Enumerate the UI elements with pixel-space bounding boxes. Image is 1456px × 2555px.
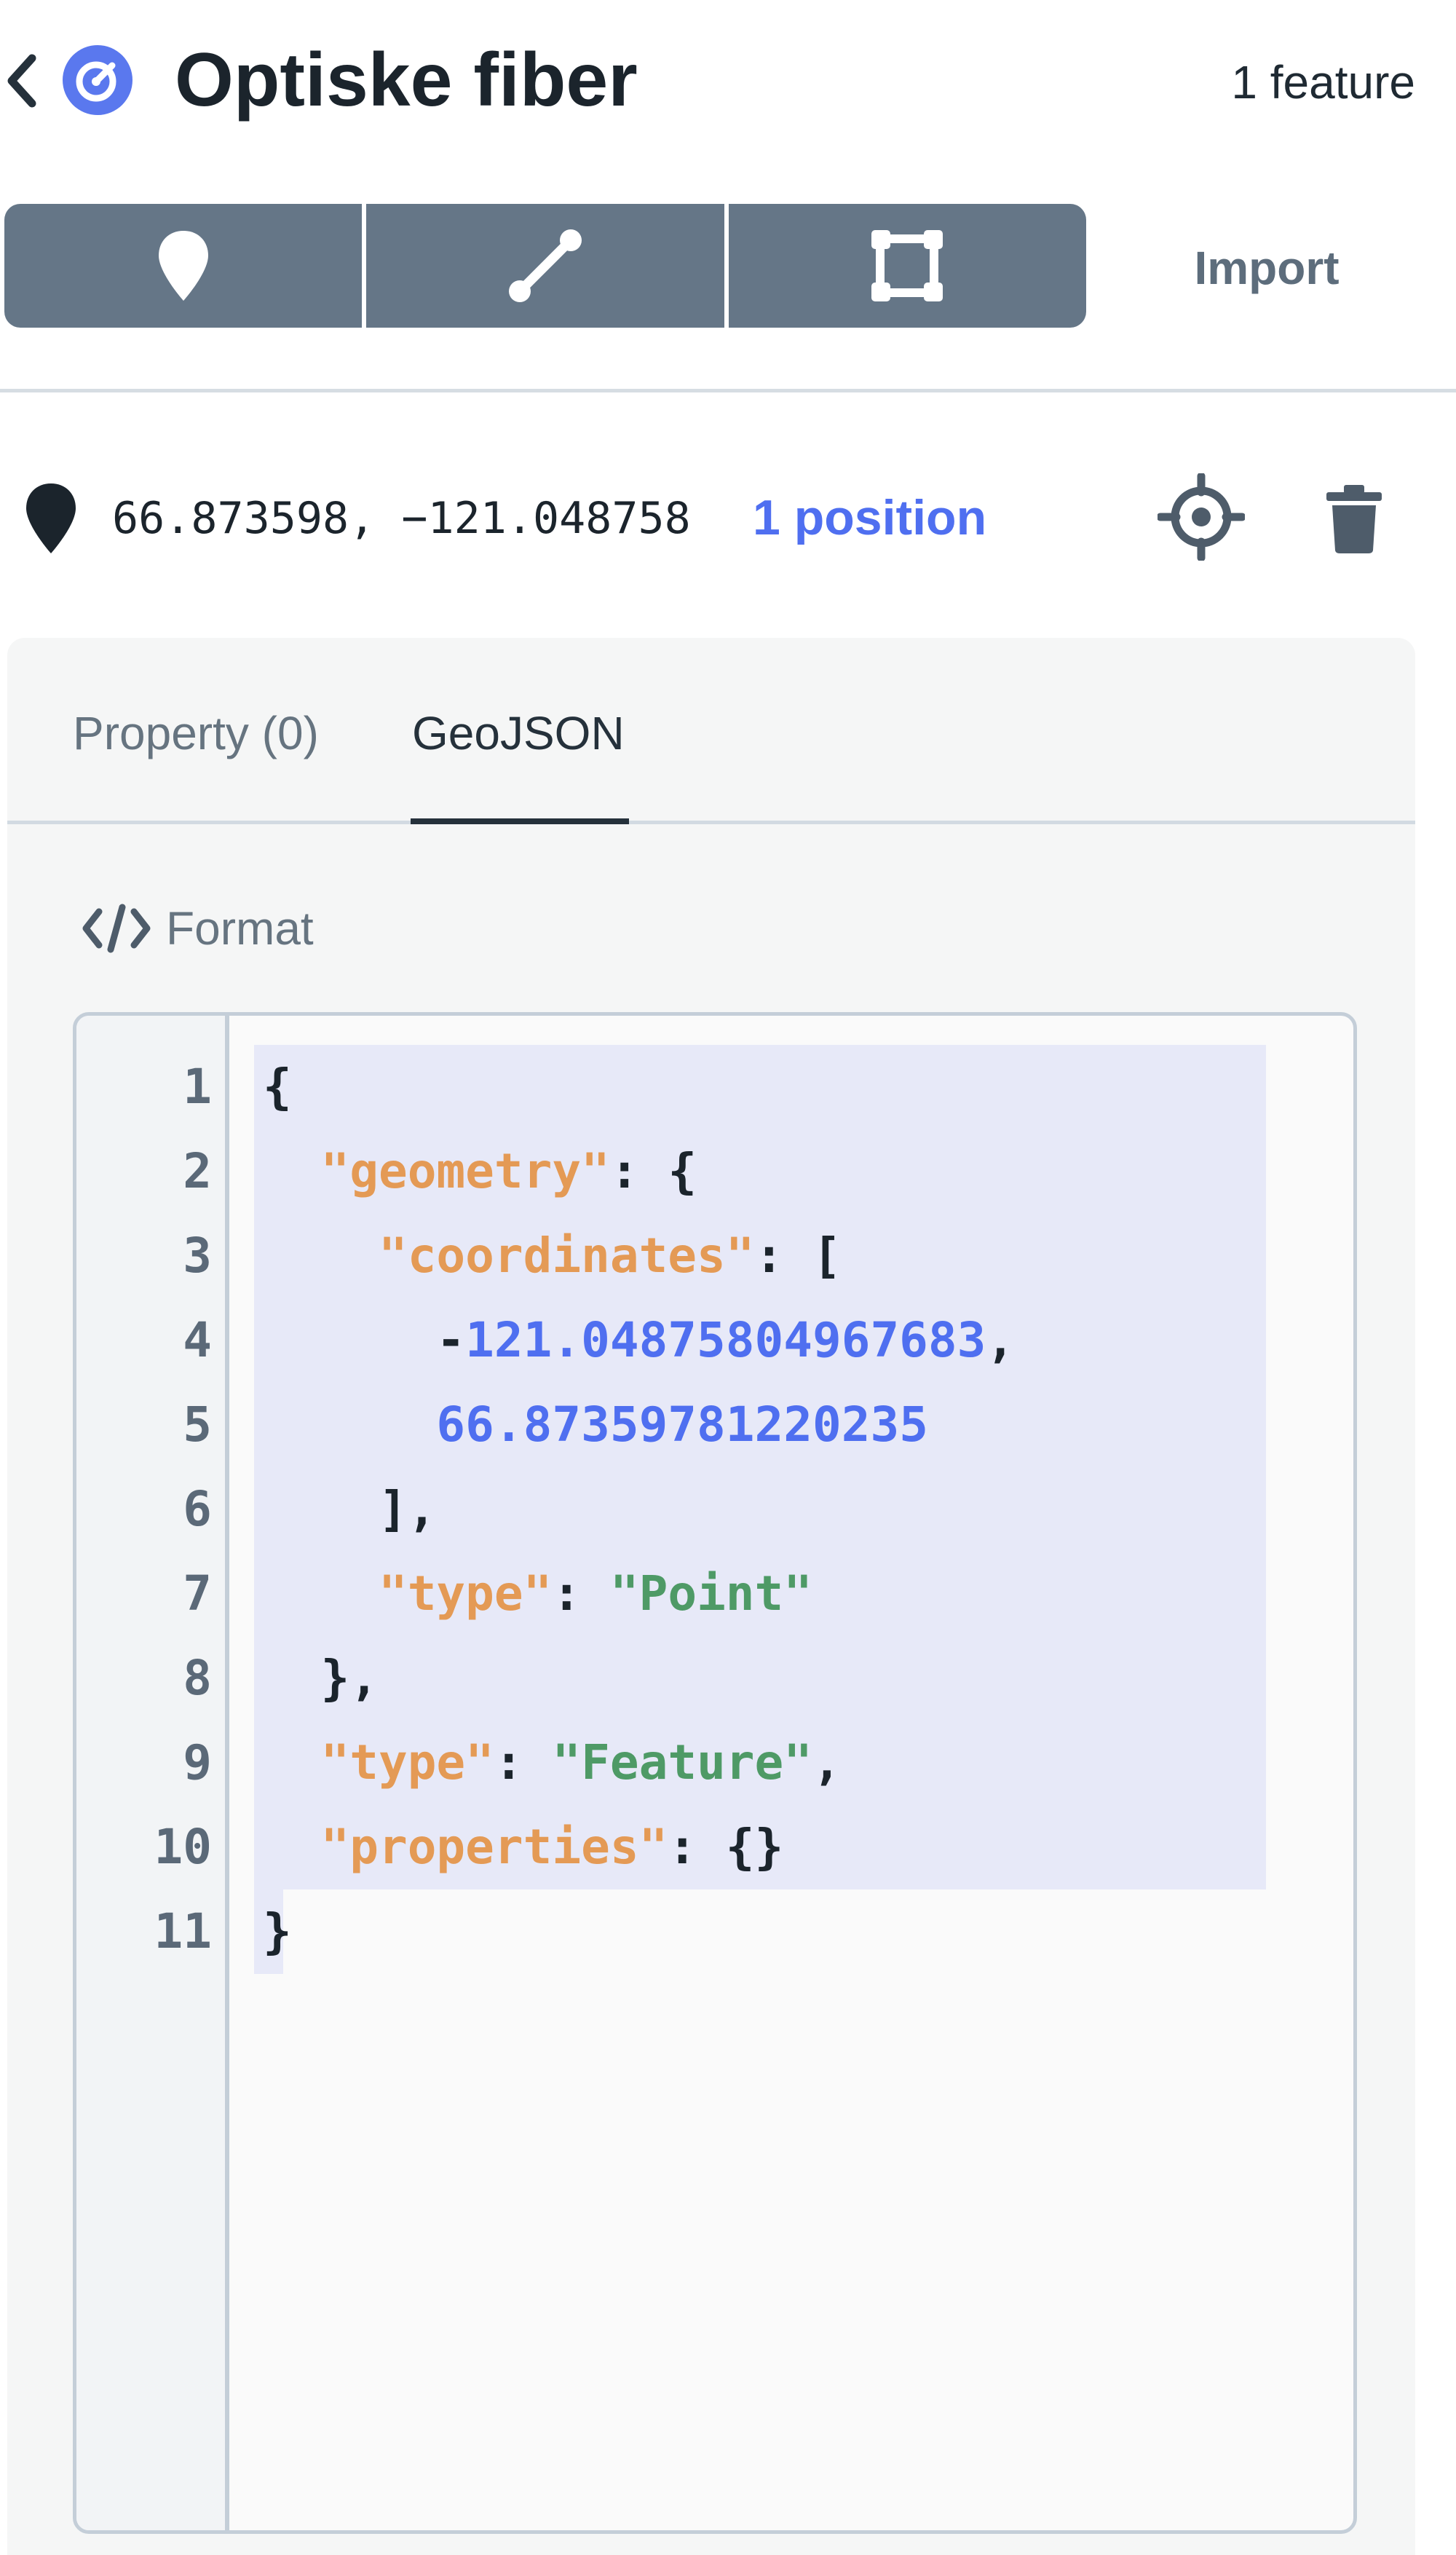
code-line: 11} [76,1889,1353,1974]
code-lines: 1{2 "geometry": {3 "coordinates": [4 -12… [76,1045,1353,1974]
active-tab-indicator [411,818,629,824]
map-pin-icon [158,231,208,301]
code-text: "type": "Feature", [320,1734,842,1790]
app-logo-icon [63,45,132,115]
format-button[interactable]: Format [80,896,314,961]
code-text: -121.04875804967683, [263,1312,1016,1368]
map-pin-icon [26,483,76,553]
line-number: 6 [183,1481,212,1537]
chevron-left-icon[interactable] [3,48,41,114]
line-number: 2 [183,1143,212,1199]
feature-row: 66.873598, −121.048758 1 position [0,466,1456,568]
tab-property[interactable]: Property (0) [73,700,319,766]
code-line: 3 "coordinates": [ [76,1214,1353,1298]
code-brackets-icon [82,904,151,953]
line-number: 3 [183,1228,212,1284]
header: Optiske fiber 1 feature [0,0,1456,167]
line-number: 11 [154,1903,212,1959]
divider [0,389,1456,392]
code-text: "properties": {} [320,1819,784,1875]
selection-highlight [254,1045,1266,1129]
trash-icon[interactable] [1316,481,1392,556]
line-number: 4 [183,1312,212,1368]
code-text: "geometry": { [320,1143,697,1199]
feature-detail-panel: Property (0) GeoJSON Format 1{2 "geometr… [7,638,1415,2555]
code-line: 8 }, [76,1636,1353,1721]
code-text: "coordinates": [ [378,1228,842,1284]
draw-toolbar [4,204,1086,328]
code-text: }, [263,1650,379,1706]
format-label: Format [166,902,314,955]
code-line: 5 66.87359781220235 [76,1383,1353,1467]
code-line: 2 "geometry": { [76,1129,1353,1214]
position-count-link[interactable]: 1 position [753,485,986,550]
line-number: 5 [183,1397,212,1453]
feature-coordinates: 66.873598, −121.048758 [112,493,691,544]
geojson-code-editor[interactable]: 1{2 "geometry": {3 "coordinates": [4 -12… [73,1012,1357,2534]
code-text: 66.87359781220235 [436,1397,928,1453]
code-line: 7 "type": "Point" [76,1552,1353,1636]
code-text: "type": "Point" [378,1565,813,1622]
line-number: 7 [183,1565,212,1622]
page-title: Optiske fiber [175,38,638,122]
import-button[interactable]: Import [1136,232,1398,304]
code-line: 10 "properties": {} [76,1805,1353,1889]
tab-geojson[interactable]: GeoJSON [412,700,625,766]
line-number: 8 [183,1650,212,1706]
code-line: 1{ [76,1045,1353,1129]
polygon-square-icon [871,230,943,301]
draw-polygon-button[interactable] [724,204,1086,328]
code-line: 4 -121.04875804967683, [76,1298,1353,1383]
tab-bar: Property (0) GeoJSON [7,638,1415,824]
code-text: } [263,1903,292,1959]
draw-point-button[interactable] [4,204,362,328]
draw-line-button[interactable] [362,204,724,328]
line-segment-icon [508,229,582,302]
code-text: ], [263,1481,437,1537]
code-text: { [263,1059,292,1115]
locate-crosshair-icon[interactable] [1158,473,1245,561]
code-line: 6 ], [76,1467,1353,1552]
selection-highlight [254,1636,1266,1721]
code-line: 9 "type": "Feature", [76,1721,1353,1805]
line-number: 10 [154,1819,212,1875]
line-number: 9 [183,1734,212,1790]
line-number: 1 [183,1059,212,1115]
feature-count: 1 feature [1231,56,1415,108]
